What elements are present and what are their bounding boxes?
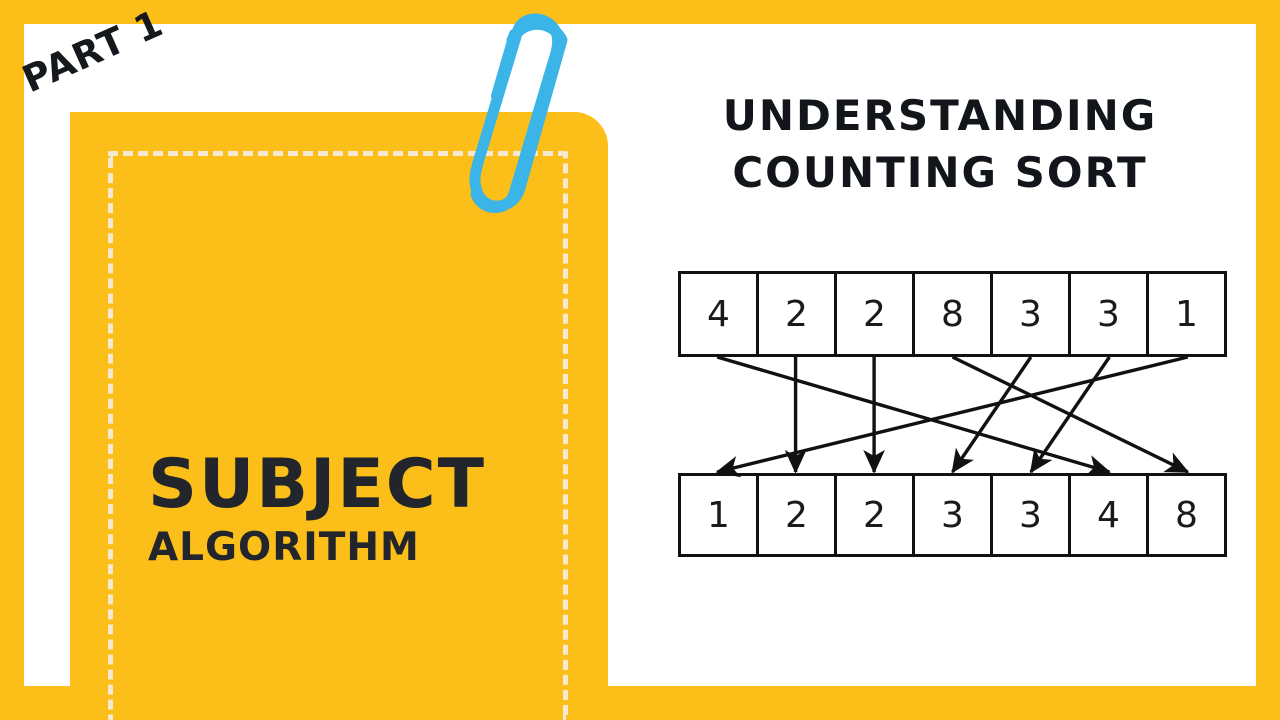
input-cell: 2 (837, 274, 915, 354)
mapping-arrow (951, 356, 1033, 474)
input-cell: 8 (915, 274, 993, 354)
sorted-array: 1223348 (678, 473, 1227, 557)
input-cell: 4 (681, 274, 759, 354)
mapping-arrow (1029, 356, 1111, 474)
paperclip-icon (469, 13, 568, 213)
sorted-cell: 3 (993, 476, 1071, 554)
input-cell: 1 (1175, 293, 1198, 335)
sorted-cell: 1 (681, 476, 759, 554)
input-array: 4228331 (678, 271, 1227, 357)
title-line-1: UNDERSTANDING (722, 91, 1158, 140)
sorted-cell: 2 (759, 476, 837, 554)
mapping-arrow (716, 355, 1112, 477)
input-cell: 3 (993, 274, 1071, 354)
sorted-cell: 4 (1071, 476, 1149, 554)
sorted-cell: 8 (1175, 494, 1198, 536)
subject-block: SUBJECT ALGORITHM (70, 445, 608, 570)
sorted-cell: 3 (915, 476, 993, 554)
page-title: UNDERSTANDING COUNTING SORT (640, 88, 1240, 201)
subject-label: SUBJECT (148, 445, 487, 524)
title-line-2: COUNTING SORT (732, 147, 1148, 197)
input-cell: 2 (759, 274, 837, 354)
counting-sort-diagram: 4228331 1223348 (640, 250, 1260, 580)
input-cell: 3 (1071, 274, 1149, 354)
mapping-arrow (951, 355, 1190, 474)
dashed-inner-border (108, 151, 568, 720)
sorted-cell: 2 (837, 476, 915, 554)
subject-value: ALGORITHM (148, 524, 420, 570)
mapping-arrow (715, 355, 1189, 478)
slide-canvas: SUBJECT ALGORITHM PART 1 UNDERSTANDING C… (0, 0, 1280, 720)
